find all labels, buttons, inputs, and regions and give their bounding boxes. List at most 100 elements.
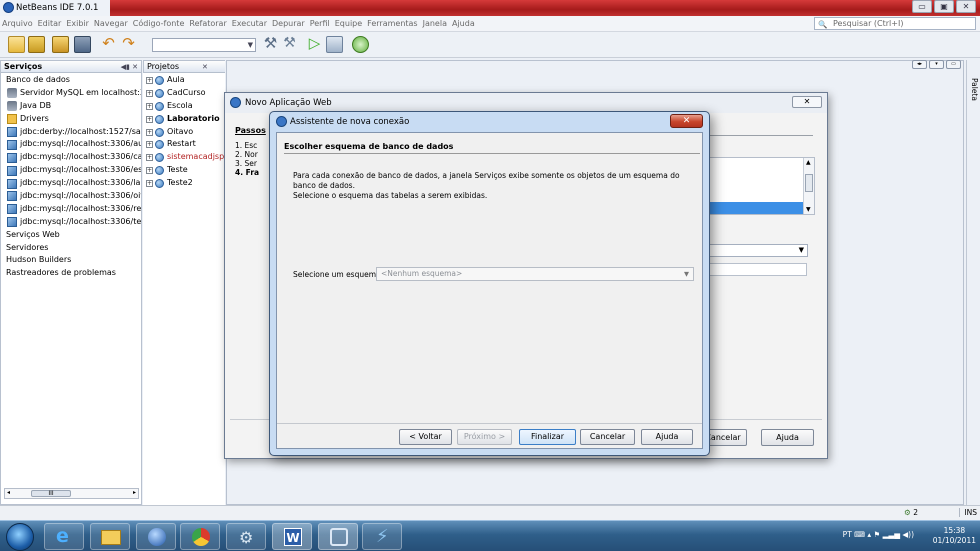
taskbar-word-icon[interactable]: W xyxy=(272,523,312,550)
scroll-right-icon[interactable]: ▸ xyxy=(133,489,136,496)
run-icon[interactable]: ▷ xyxy=(306,36,323,53)
taskbar-explorer-icon[interactable] xyxy=(90,523,130,550)
wizard-close-button[interactable]: ✕ xyxy=(670,114,703,128)
expand-icon[interactable]: + xyxy=(146,89,153,97)
framework-list[interactable]: ▲ ▼ xyxy=(695,157,815,215)
undo-icon[interactable]: ↶ xyxy=(100,36,117,53)
project-item[interactable]: + sistemacadjsp xyxy=(143,151,225,164)
project-item[interactable]: + Teste xyxy=(143,164,225,177)
panel-controls[interactable]: ◀▮ ✕ xyxy=(121,61,138,73)
new-file-icon[interactable] xyxy=(8,36,25,53)
services-tree-item[interactable]: jdbc:mysql://localhost:3306/labora xyxy=(1,177,141,190)
volume-icon[interactable]: ◀)) xyxy=(902,530,914,539)
keyboard-icon[interactable]: ⌨ xyxy=(854,530,865,539)
services-tree-item[interactable]: jdbc:derby://localhost:1527/sample xyxy=(1,126,141,139)
expand-icon[interactable]: + xyxy=(146,154,153,162)
menu-codigo-fonte[interactable]: Código-fonte xyxy=(133,19,185,28)
close-window-button[interactable]: ✕ xyxy=(956,0,976,13)
back-button[interactable]: < Voltar xyxy=(399,429,452,445)
redo-icon[interactable]: ↷ xyxy=(120,36,137,53)
show-hidden-icon[interactable]: ▴ xyxy=(867,530,871,539)
services-tree-item[interactable]: jdbc:mysql://localhost:3306/cadcur xyxy=(1,151,141,164)
taskbar-netbeans-icon[interactable] xyxy=(318,523,358,550)
taskbar-tool-icon[interactable]: ⚙ xyxy=(226,523,266,550)
services-tree-item[interactable]: Rastreadores de problemas xyxy=(1,267,141,280)
configuration-combo[interactable]: ▼ xyxy=(152,38,256,52)
menu-arquivo[interactable]: Arquivo xyxy=(2,19,33,28)
project-item[interactable]: + Escola xyxy=(143,100,225,113)
project-item[interactable]: + Oitavo xyxy=(143,126,225,139)
scroll-thumb[interactable]: III xyxy=(31,490,71,497)
start-button[interactable] xyxy=(6,523,34,551)
services-tree-item[interactable]: Drivers xyxy=(1,113,141,126)
menu-executar[interactable]: Executar xyxy=(232,19,267,28)
menu-refatorar[interactable]: Refatorar xyxy=(189,19,226,28)
clean-build-icon[interactable]: ⚒ xyxy=(281,36,298,53)
services-tree-item[interactable]: Banco de dados xyxy=(1,74,141,87)
save-all-icon[interactable] xyxy=(74,36,91,53)
menu-editar[interactable]: Editar xyxy=(38,19,62,28)
project-item[interactable]: + CadCurso xyxy=(143,87,225,100)
minimize-button[interactable]: ▭ xyxy=(912,0,932,13)
scroll-left-icon[interactable]: ◂ xyxy=(7,489,10,496)
scroll-down-icon[interactable]: ▼ xyxy=(806,206,811,213)
close-tab-icon[interactable]: ✕ xyxy=(202,61,208,73)
build-icon[interactable]: ⚒ xyxy=(262,36,279,53)
menu-navegar[interactable]: Navegar xyxy=(94,19,128,28)
flag-icon[interactable]: ⚑ xyxy=(874,530,881,539)
menu-exibir[interactable]: Exibir xyxy=(66,19,89,28)
taskbar-chrome-icon[interactable] xyxy=(180,523,220,550)
network-icon[interactable]: ▂▃▅ xyxy=(883,530,900,539)
next-button[interactable]: Próximo > xyxy=(457,429,512,445)
palette-label[interactable]: Paleta xyxy=(970,78,979,101)
finish-button[interactable]: Finalizar xyxy=(519,429,576,445)
editor-list-icon[interactable]: ▾ xyxy=(929,60,944,69)
expand-icon[interactable]: + xyxy=(146,115,153,123)
open-project-icon[interactable] xyxy=(52,36,69,53)
services-tree-item[interactable]: Serviços Web xyxy=(1,229,141,242)
debug-icon[interactable] xyxy=(326,36,343,53)
notifications[interactable]: ⚙ 2 xyxy=(904,508,918,517)
help-button[interactable]: Ajuda xyxy=(641,429,693,445)
services-tree-item[interactable]: Hudson Builders xyxy=(1,254,141,267)
expand-icon[interactable]: + xyxy=(146,180,153,188)
new-web-app-close-button[interactable]: ✕ xyxy=(792,96,822,108)
profile-icon[interactable] xyxy=(352,36,369,53)
projects-tab[interactable]: Projetos ✕ xyxy=(143,61,225,73)
expand-icon[interactable]: + xyxy=(146,167,153,175)
project-item[interactable]: + Teste2 xyxy=(143,177,225,190)
new-web-app-help-button[interactable]: Ajuda xyxy=(761,429,814,446)
expand-icon[interactable]: + xyxy=(146,102,153,110)
menu-equipe[interactable]: Equipe xyxy=(335,19,362,28)
services-tree-item[interactable]: jdbc:mysql://localhost:3306/oitavo xyxy=(1,190,141,203)
taskbar-ie-icon[interactable]: e xyxy=(44,523,84,550)
framework-list-selected-row[interactable] xyxy=(696,202,804,214)
framework-list-scrollbar[interactable]: ▲ ▼ xyxy=(803,158,814,214)
project-item[interactable]: + Aula xyxy=(143,74,225,87)
language-indicator[interactable]: PT xyxy=(843,530,852,539)
services-tree-item[interactable]: jdbc:mysql://localhost:3306/restar xyxy=(1,203,141,216)
scroll-up-icon[interactable]: ▲ xyxy=(806,159,811,166)
clock[interactable]: 15:38 01/10/2011 xyxy=(933,526,976,546)
scroll-thumb[interactable] xyxy=(805,174,813,192)
services-tree-item[interactable]: Servidor MySQL em localhost:3306 xyxy=(1,87,141,100)
maximize-button[interactable]: ▣ xyxy=(934,0,954,13)
services-tree-item[interactable]: jdbc:mysql://localhost:3306/aula [r xyxy=(1,138,141,151)
services-tree-item[interactable]: jdbc:mysql://localhost:3306/escola xyxy=(1,164,141,177)
project-item[interactable]: + Restart xyxy=(143,138,225,151)
horizontal-scrollbar[interactable]: ◂ III ▸ xyxy=(4,488,139,499)
services-tree-item[interactable]: Servidores xyxy=(1,242,141,255)
cancel-button[interactable]: Cancelar xyxy=(580,429,635,445)
menu-janela[interactable]: Janela xyxy=(423,19,447,28)
menu-depurar[interactable]: Depurar xyxy=(272,19,305,28)
new-project-icon[interactable] xyxy=(28,36,45,53)
expand-icon[interactable]: + xyxy=(146,141,153,149)
quick-search-input[interactable]: 🔍 Pesquisar (Ctrl+I) xyxy=(814,17,976,30)
services-tree-item[interactable]: Java DB xyxy=(1,100,141,113)
schema-select[interactable]: <Nenhum esquema> ▼ xyxy=(376,267,694,281)
menu-perfil[interactable]: Perfil xyxy=(310,19,330,28)
taskbar-globe-icon[interactable] xyxy=(136,523,176,550)
library-combo[interactable]: ▼ xyxy=(695,244,808,257)
taskbar-app-icon[interactable]: ⚡ xyxy=(362,523,402,550)
library-field[interactable] xyxy=(695,263,807,276)
